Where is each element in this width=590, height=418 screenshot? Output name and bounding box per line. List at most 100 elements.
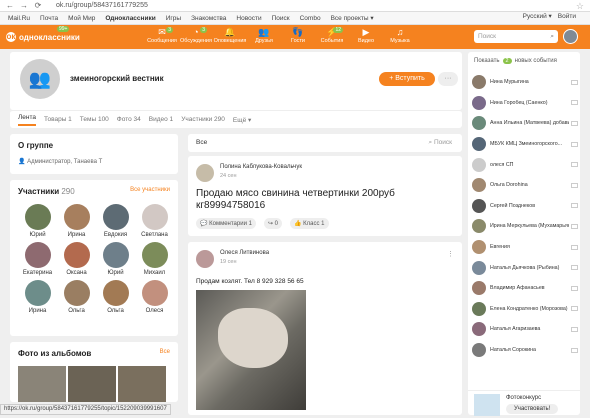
topmenu-item[interactable]: Combo xyxy=(300,15,321,22)
member-item[interactable]: Ольга xyxy=(57,280,96,314)
feed-filter: Все ⌕ Поиск xyxy=(188,134,462,152)
contest-button[interactable]: Участвовать! xyxy=(506,404,559,414)
topmenu-item[interactable]: Одноклассники xyxy=(105,15,155,22)
author-avatar[interactable] xyxy=(196,164,214,182)
member-item[interactable]: Екатерина xyxy=(18,242,57,276)
friend-item[interactable]: Елена Кондратенко (Морозова) xyxy=(472,299,578,320)
nav-guests[interactable]: 👣 Гости xyxy=(281,27,315,44)
photos-card: Фото из альбомов Все xyxy=(10,342,178,402)
group-name: змеиногорский вестник xyxy=(70,74,164,83)
search-input[interactable]: Поиск ⌕ xyxy=(474,30,558,43)
contest-title: Фотоконкурс xyxy=(506,395,542,401)
nav-friends[interactable]: 👥 Друзья xyxy=(247,27,281,44)
forward-icon[interactable]: → xyxy=(20,1,28,10)
friend-item[interactable]: Владимир Афанасьев xyxy=(472,278,578,299)
right-sidebar: Показать 2 новых события Нина Мурыгина Нин… xyxy=(468,52,580,416)
bookmark-star-icon[interactable]: ☆ xyxy=(576,1,584,12)
feed-search[interactable]: ⌕ Поиск xyxy=(429,139,452,147)
friend-item[interactable]: Наталья Агаризаева xyxy=(472,319,578,340)
friend-item[interactable]: Анна Ильина (Матвеева) добавила в друзья… xyxy=(472,113,578,134)
admin-text: 👤 Администратор, Танаева Т xyxy=(18,159,103,165)
nav-badge: 3 xyxy=(200,27,207,33)
album-photo[interactable] xyxy=(118,366,166,402)
feed-all-tab[interactable]: Все xyxy=(196,139,207,146)
tab-more[interactable]: Ещё ▾ xyxy=(233,116,251,124)
post-menu-icon[interactable]: ⋮ xyxy=(447,250,454,258)
member-item[interactable]: Ирина xyxy=(18,280,57,314)
member-item[interactable]: Олеся xyxy=(135,280,174,314)
nav-music[interactable]: ♫ Музыка xyxy=(383,27,417,44)
all-members-link[interactable]: Все участники xyxy=(130,187,170,193)
friend-item[interactable]: МБУК КМЦ Змеиногорского... xyxy=(472,134,578,155)
user-avatar[interactable] xyxy=(563,29,578,44)
like-button[interactable]: 👍 Класс 1 xyxy=(290,218,329,229)
topmenu-item[interactable]: Почта xyxy=(40,15,58,22)
join-button[interactable]: + Вступить xyxy=(379,72,435,86)
topmenu-item[interactable]: Мой Мир xyxy=(68,15,95,22)
topmenu-item[interactable]: Знакомства xyxy=(191,15,226,22)
friend-item[interactable]: Нина Мурыгина xyxy=(472,72,578,93)
tab-goods[interactable]: Товары 1 xyxy=(44,116,72,123)
member-item[interactable]: Светлана xyxy=(135,204,174,238)
message-icon xyxy=(571,141,578,147)
post-author[interactable]: Полина Каблукова-Ковальчук xyxy=(220,164,302,170)
album-photo[interactable] xyxy=(68,366,116,402)
friend-item[interactable]: олеся СП xyxy=(472,154,578,175)
reshare-button[interactable]: ↪ 0 xyxy=(263,218,282,229)
friend-item[interactable]: Наталья Дьячкова (Рыбина) xyxy=(472,257,578,278)
tab-video[interactable]: Видео 1 xyxy=(149,116,173,123)
friend-item[interactable]: Сергей Позднеков xyxy=(472,196,578,217)
topmenu-item[interactable]: Игры xyxy=(166,15,181,22)
all-photos-link[interactable]: Все xyxy=(160,349,170,355)
friend-item[interactable]: Нина Горобец (Саенко) xyxy=(472,93,578,114)
topmenu-item[interactable]: Mail.Ru xyxy=(8,15,30,22)
ok-logo[interactable]: ок одноклассники xyxy=(6,32,80,42)
nav-video[interactable]: ▶ Видео xyxy=(349,27,383,44)
tab-feed[interactable]: Лента xyxy=(18,114,36,126)
member-item[interactable]: Михаил xyxy=(135,242,174,276)
nav-discussions[interactable]: ◔ Обсуждения 3 xyxy=(179,27,213,44)
member-item[interactable]: Евдокия xyxy=(96,204,135,238)
nav-events[interactable]: ⚡ События 12 xyxy=(315,27,349,44)
friends-list: Нина Мурыгина Нина Горобец (Саенко) Анна… xyxy=(472,72,578,360)
about-title: О группе xyxy=(18,141,54,150)
tab-members[interactable]: Участники 290 xyxy=(181,116,225,123)
friend-item[interactable]: Ирина Меркульева (Мухамарьянова) xyxy=(472,216,578,237)
member-item[interactable]: Ирина xyxy=(57,204,96,238)
group-avatar-icon: 👥 xyxy=(20,59,60,99)
comments-button[interactable]: 💬 Комментарии 1 xyxy=(196,218,256,229)
tab-topics[interactable]: Темы 100 xyxy=(80,116,109,123)
nav-badge: 3 xyxy=(166,27,173,33)
member-item[interactable]: Юрий xyxy=(96,242,135,276)
album-photo[interactable] xyxy=(18,366,66,402)
post-author[interactable]: Олеся Литвинова xyxy=(220,250,269,256)
back-icon[interactable]: ← xyxy=(6,1,14,10)
language-select[interactable]: Русский ▾ xyxy=(523,12,552,20)
topmenu-item[interactable]: Новости xyxy=(236,15,261,22)
topmenu-item[interactable]: Поиск xyxy=(272,15,290,22)
nav-notifications[interactable]: 🔔 Оповещения xyxy=(213,27,247,44)
reload-icon[interactable]: ⟳ xyxy=(34,1,42,10)
message-icon xyxy=(571,265,578,271)
more-button[interactable]: ··· xyxy=(438,72,458,86)
message-icon xyxy=(571,306,578,312)
login-link[interactable]: Войти xyxy=(558,13,576,20)
group-tabs: Лента Товары 1 Темы 100 Фото 34 Видео 1 … xyxy=(10,110,462,128)
nav-messages[interactable]: ✉ Сообщения 3 xyxy=(145,27,179,44)
member-item[interactable]: Юрий xyxy=(18,204,57,238)
author-avatar[interactable] xyxy=(196,250,214,268)
post-photo[interactable] xyxy=(196,290,306,410)
friend-item[interactable]: Ольга Dorohina xyxy=(472,175,578,196)
member-item[interactable]: Ольга xyxy=(96,280,135,314)
envelope-icon: ✉ xyxy=(158,27,166,37)
message-icon xyxy=(571,285,578,291)
photos-title: Фото из альбомов xyxy=(18,349,92,358)
message-icon xyxy=(571,326,578,332)
friend-item[interactable]: Наталья Сорокина xyxy=(472,340,578,361)
tab-photos[interactable]: Фото 34 xyxy=(117,116,141,123)
address-bar[interactable]: ok.ru/group/58437161779255 xyxy=(56,2,148,9)
topmenu-item[interactable]: Все проекты ▾ xyxy=(331,14,374,22)
friend-item[interactable]: Евгения xyxy=(472,237,578,258)
member-item[interactable]: Оксана xyxy=(57,242,96,276)
events-header[interactable]: Показать 2 новых события xyxy=(474,58,557,64)
